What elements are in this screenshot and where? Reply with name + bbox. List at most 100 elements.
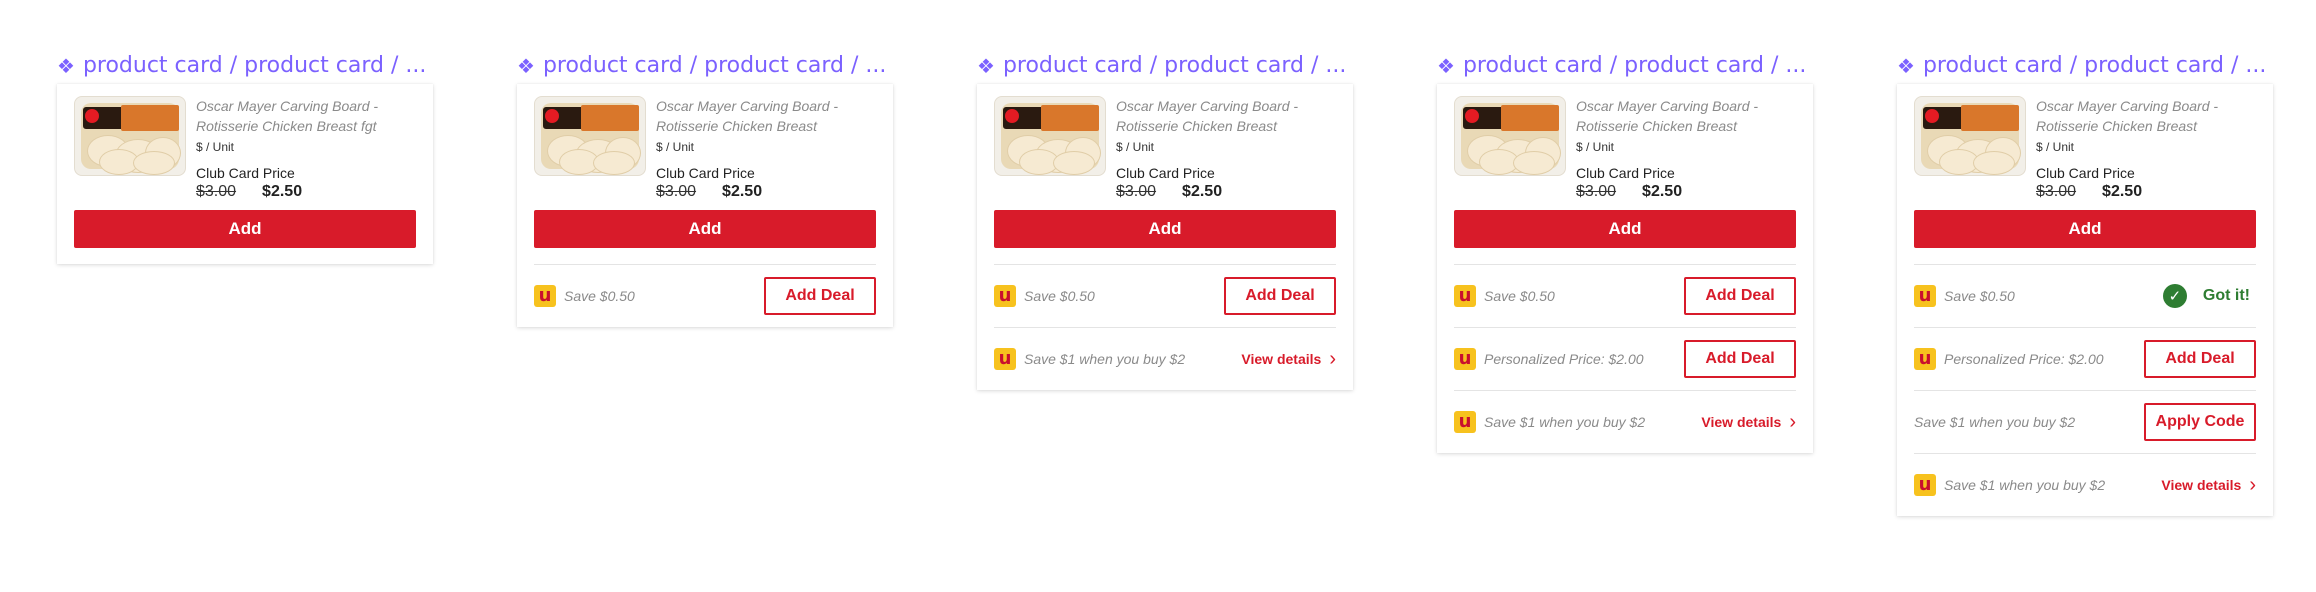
- product-card: Oscar Mayer Carving Board - Rotisserie C…: [517, 84, 893, 327]
- offer-info: u Save $0.50: [994, 285, 1095, 307]
- offer-info: u Save $1 when you buy $2: [994, 348, 1185, 370]
- product-card-variant: ❖ product card / product card / ... Oscar …: [977, 52, 1353, 390]
- add-deal-button[interactable]: Add Deal: [1684, 277, 1796, 315]
- card-main: Oscar Mayer Carving Board - Rotisserie C…: [977, 84, 1353, 264]
- component-icon: ❖: [1897, 54, 1915, 78]
- unit-price: $ / Unit: [2036, 140, 2075, 154]
- offer-text: Personalized Price: $2.00: [1944, 351, 2104, 367]
- product-image: [534, 96, 646, 176]
- add-deal-button[interactable]: Add Deal: [1224, 277, 1336, 315]
- brand-logo: [1005, 109, 1019, 123]
- add-to-cart-button[interactable]: Add: [1454, 210, 1796, 248]
- u-icon: u: [534, 285, 556, 307]
- package-label-accent: [1041, 105, 1099, 131]
- product-row: Oscar Mayer Carving Board - Rotisserie C…: [1454, 96, 1796, 202]
- product-card: Oscar Mayer Carving Board - Rotisserie C…: [57, 84, 433, 264]
- club-card-label: Club Card Price: [656, 165, 755, 181]
- variant-title: ❖ product card / product card / ...: [57, 52, 433, 80]
- offer-info: u Save $0.50: [1914, 285, 2015, 307]
- add-to-cart-button[interactable]: Add: [74, 210, 416, 248]
- view-details-link[interactable]: View details ›: [2161, 475, 2256, 495]
- product-name[interactable]: Oscar Mayer Carving Board - Rotisserie C…: [656, 96, 876, 136]
- package-label-accent: [1961, 105, 2019, 131]
- product-card-variant: ❖ product card / product card / ... Oscar …: [1897, 52, 2273, 516]
- variant-title: ❖ product card / product card / ...: [1897, 52, 2273, 80]
- add-to-cart-button[interactable]: Add: [994, 210, 1336, 248]
- view-details-link[interactable]: View details ›: [1701, 411, 1796, 433]
- prices: $3.00 $2.50: [656, 182, 876, 202]
- add-deal-button[interactable]: Add Deal: [1684, 340, 1796, 378]
- variant-title: ❖ product card / product card / ...: [1437, 52, 1813, 80]
- card-main: Oscar Mayer Carving Board - Rotisserie C…: [517, 84, 893, 264]
- offer-info: Save $1 when you buy $2: [1914, 414, 2075, 430]
- product-name[interactable]: Oscar Mayer Carving Board - Rotisserie C…: [1576, 96, 1796, 136]
- offer-info: u Save $1 when you buy $2: [1914, 474, 2105, 496]
- sale-price: $2.50: [722, 183, 763, 200]
- u-icon: u: [1454, 285, 1476, 307]
- variant-title-text: product card / product card / ...: [1922, 53, 2267, 78]
- club-card-label: Club Card Price: [2036, 165, 2135, 181]
- offer-text: Save $1 when you buy $2: [1914, 414, 2076, 430]
- offer-info: u Save $0.50: [1454, 285, 1555, 307]
- add-to-cart-button[interactable]: Add: [534, 210, 876, 248]
- apply-code-button[interactable]: Apply Code: [2144, 403, 2256, 441]
- product-name[interactable]: Oscar Mayer Carving Board - Rotisserie C…: [1116, 96, 1336, 136]
- chicken-slice: [1973, 151, 2015, 175]
- deal-added-status: ✓ Got it!: [2162, 284, 2250, 308]
- product-name[interactable]: Oscar Mayer Carving Board - Rotisserie C…: [196, 96, 416, 136]
- prices: $3.00 $2.50: [196, 182, 416, 202]
- product-row: Oscar Mayer Carving Board - Rotisserie C…: [74, 96, 416, 202]
- add-deal-button[interactable]: Add Deal: [764, 277, 876, 315]
- club-card-label: Club Card Price: [1576, 165, 1675, 181]
- view-details-link[interactable]: View details ›: [1241, 349, 1336, 369]
- product-info: Oscar Mayer Carving Board - Rotisserie C…: [1576, 96, 1796, 202]
- original-price: $3.00: [196, 183, 237, 200]
- u-icon: u: [994, 285, 1016, 307]
- unit-price: $ / Unit: [196, 140, 235, 154]
- brand-logo: [85, 109, 99, 123]
- offer-row: u Personalized Price: $2.00 Add Deal: [1914, 327, 2256, 390]
- original-price: $3.00: [656, 183, 697, 200]
- view-details-label[interactable]: View details: [1701, 414, 1781, 430]
- brand-logo: [1465, 109, 1479, 123]
- product-info: Oscar Mayer Carving Board - Rotisserie C…: [656, 96, 876, 202]
- chevron-right-icon: ›: [1789, 411, 1796, 433]
- view-details-label[interactable]: View details: [2161, 477, 2241, 493]
- add-deal-button[interactable]: Add Deal: [2144, 340, 2256, 378]
- offer-row: u Save $0.50 Add Deal: [534, 264, 876, 327]
- chicken-slice: [133, 151, 175, 175]
- original-price: $3.00: [1576, 183, 1617, 200]
- variant-title-text: product card / product card / ...: [1002, 53, 1347, 78]
- package-label-accent: [121, 105, 179, 131]
- club-card-label: Club Card Price: [1116, 165, 1215, 181]
- offer-text: Save $0.50: [1484, 288, 1555, 304]
- u-icon: u: [1914, 474, 1936, 496]
- add-to-cart-button[interactable]: Add: [1914, 210, 2256, 248]
- product-image: [1914, 96, 2026, 176]
- u-icon: u: [994, 348, 1016, 370]
- offer-info: u Personalized Price: $2.00: [1914, 348, 2104, 370]
- brand-logo: [545, 109, 559, 123]
- offer-row: u Save $0.50 Add Deal: [1454, 264, 1796, 327]
- prices: $3.00 $2.50: [1116, 182, 1336, 202]
- card-main: Oscar Mayer Carving Board - Rotisserie C…: [1897, 84, 2273, 264]
- offer-info: u Save $1 when you buy $2: [1454, 411, 1645, 433]
- view-details-label[interactable]: View details: [1241, 351, 1321, 367]
- product-card: Oscar Mayer Carving Board - Rotisserie C…: [977, 84, 1353, 390]
- variant-title-text: product card / product card / ...: [1462, 53, 1807, 78]
- component-icon: ❖: [517, 54, 535, 78]
- product-row: Oscar Mayer Carving Board - Rotisserie C…: [534, 96, 876, 202]
- product-name[interactable]: Oscar Mayer Carving Board - Rotisserie C…: [2036, 96, 2256, 136]
- offer-row: u Save $1 when you buy $2 View details ›: [994, 327, 1336, 390]
- chicken-slice: [1053, 151, 1095, 175]
- offer-info: u Personalized Price: $2.00: [1454, 348, 1644, 370]
- offer-text: Personalized Price: $2.00: [1484, 351, 1644, 367]
- offer-row: Save $1 when you buy $2 Apply Code: [1914, 390, 2256, 453]
- got-it-label: Got it!: [2202, 287, 2250, 304]
- offer-row: u Save $0.50 ✓ Got it!: [1914, 264, 2256, 327]
- offer-text: Save $0.50: [564, 288, 635, 304]
- variant-title: ❖ product card / product card / ...: [977, 52, 1353, 80]
- club-card-label: Club Card Price: [196, 165, 295, 181]
- product-image: [994, 96, 1106, 176]
- sale-price: $2.50: [2102, 183, 2143, 200]
